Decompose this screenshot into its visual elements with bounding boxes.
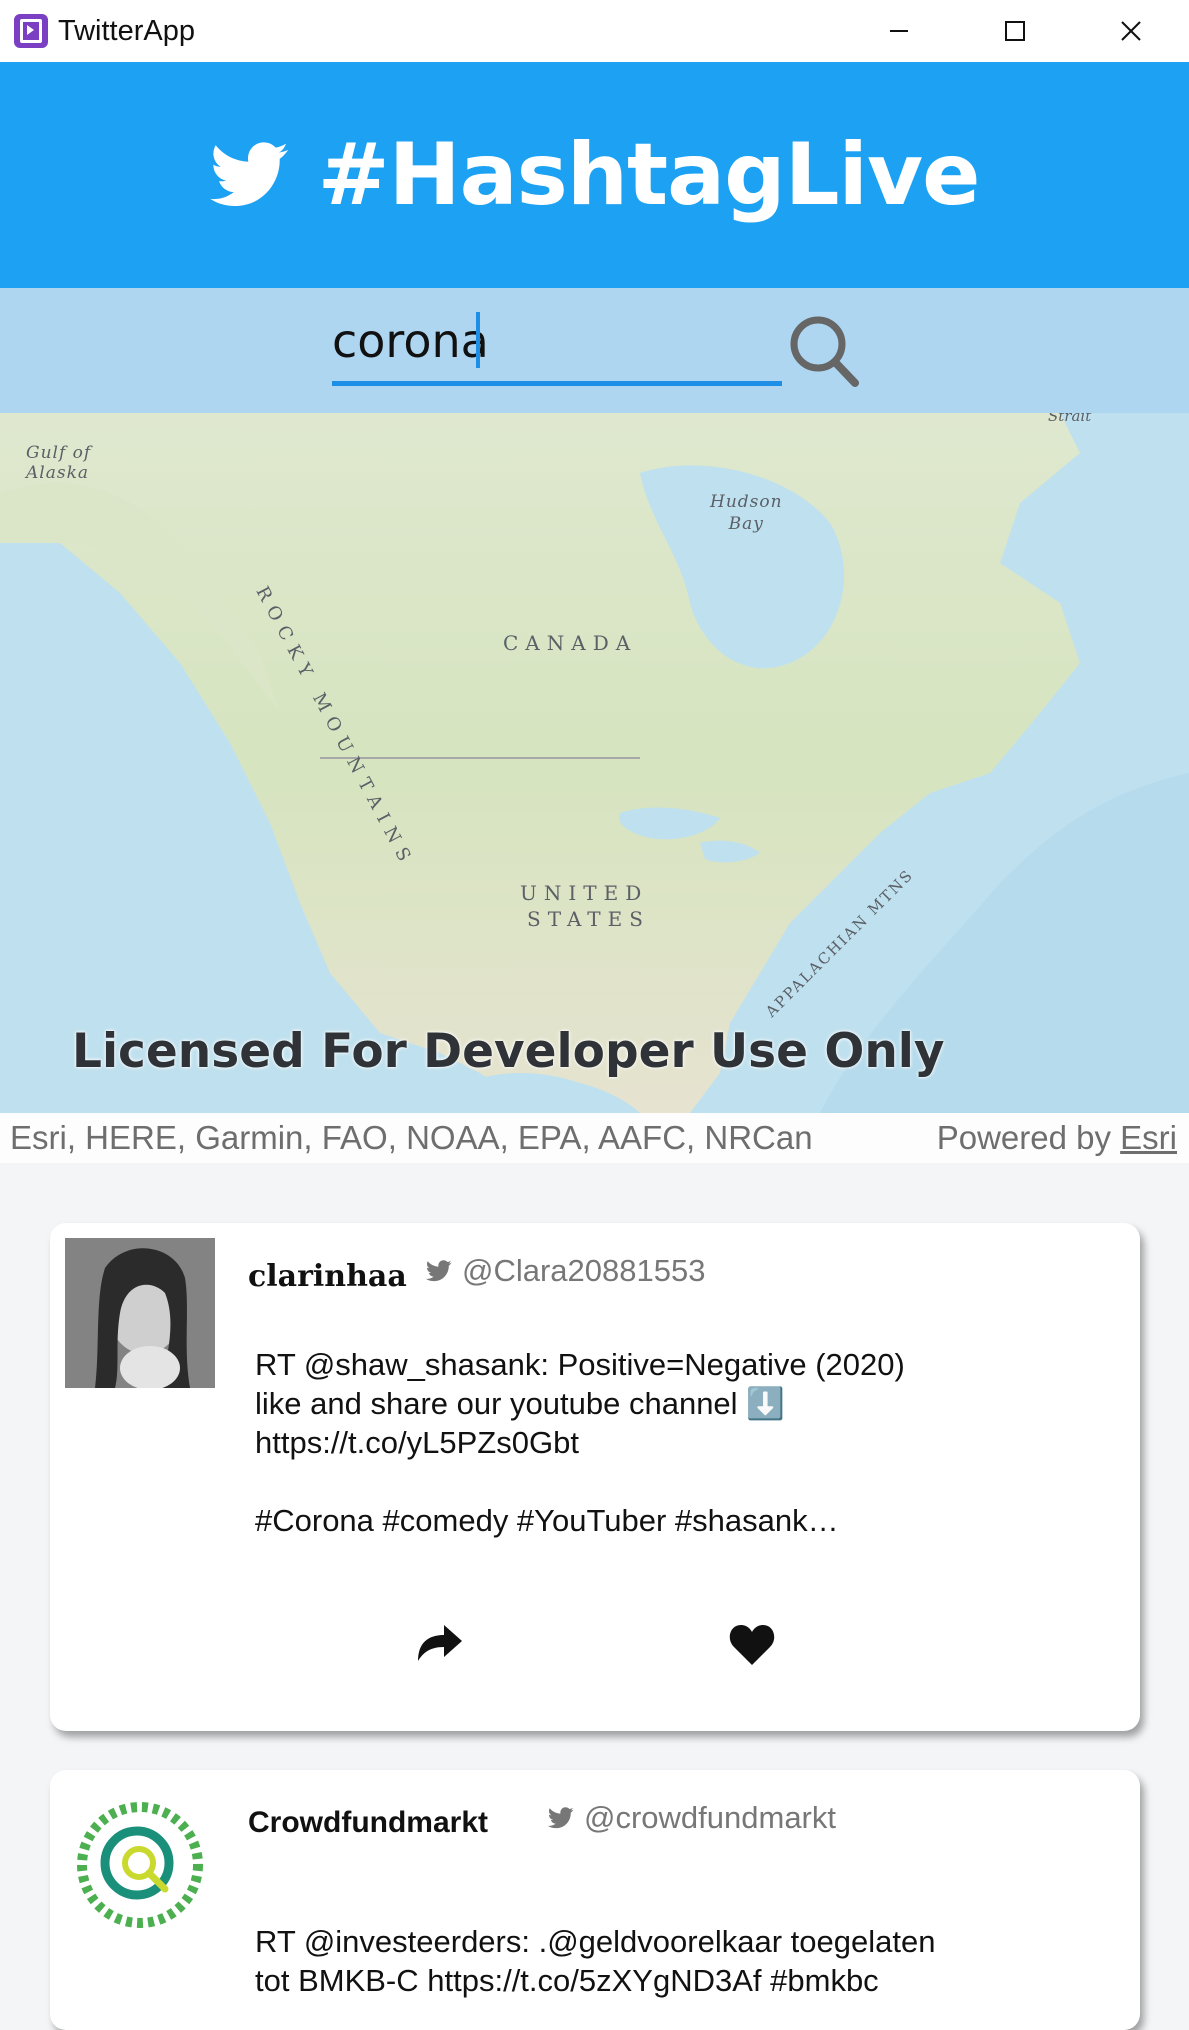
map-basemap [0, 413, 1189, 1113]
window-controls [841, 0, 1189, 62]
app-heading: #HashtagLive [209, 125, 981, 225]
map-watermark: Licensed For Developer Use Only [72, 1024, 945, 1079]
tweet-card: clarinhaa @Clara20881553 RT @shaw_shasan… [50, 1223, 1140, 1731]
twitter-bird-small-icon [426, 1260, 452, 1282]
tweet-handle: @crowdfundmarkt [548, 1800, 836, 1836]
powered-by: Powered by Esri [937, 1119, 1177, 1157]
map-view[interactable]: Gulf of Alaska Hudson Bay CANADA ROCKY M… [0, 413, 1189, 1113]
search-input[interactable] [332, 300, 782, 386]
map-label-canada: CANADA [503, 631, 638, 655]
tweet-author-name: Crowdfundmarkt [248, 1806, 488, 1839]
tweet-card: Crowdfundmarkt @crowdfundmarkt RT @inves… [50, 1770, 1140, 2030]
share-arrow-icon [418, 1625, 462, 1661]
tweet-handle: @Clara20881553 [426, 1253, 705, 1289]
close-button[interactable] [1073, 0, 1189, 62]
search-button[interactable] [785, 310, 861, 390]
map-label-strait: Strait [1048, 413, 1092, 425]
like-button[interactable] [728, 1623, 776, 1672]
app-title-text: #HashtagLive [317, 125, 981, 225]
maximize-icon [1005, 21, 1025, 41]
map-label-states: STATES [527, 907, 650, 931]
esri-link[interactable]: Esri [1120, 1119, 1177, 1156]
app-icon [14, 14, 48, 48]
tweet-author-name: clarinhaa [248, 1259, 407, 1294]
map-label-united: UNITED [520, 881, 649, 905]
tweet-handle-text: @crowdfundmarkt [584, 1800, 836, 1835]
app-header: #HashtagLive [0, 62, 1189, 288]
tweet-handle-text: @Clara20881553 [462, 1253, 706, 1288]
close-icon [1121, 21, 1141, 41]
twitter-bird-small-icon [548, 1807, 574, 1829]
tweet-text: RT @shaw_shasank: Positive=Negative (202… [255, 1347, 905, 1538]
retweet-button[interactable] [414, 1623, 464, 1668]
tweet-text: RT @investeerders: .@geldvoorelkaar toeg… [255, 1924, 936, 1998]
map-attribution: Esri, HERE, Garmin, FAO, NOAA, EPA, AAFC… [0, 1113, 1189, 1163]
window-titlebar: TwitterApp [0, 0, 1189, 62]
avatar [65, 1785, 215, 1935]
window-title: TwitterApp [58, 14, 195, 47]
minimize-button[interactable] [841, 0, 957, 62]
map-label-gulf-of-alaska: Gulf of Alaska [26, 443, 92, 483]
twitter-bird-icon [209, 142, 288, 207]
avatar [65, 1238, 215, 1388]
search-icon [790, 316, 859, 387]
attribution-text: Esri, HERE, Garmin, FAO, NOAA, EPA, AAFC… [10, 1119, 813, 1156]
map-label-hudson-bay: Hudson Bay [710, 492, 783, 534]
minimize-icon [890, 30, 908, 32]
powered-by-label: Powered by [936, 1119, 1111, 1156]
text-caret [476, 312, 480, 368]
heart-icon [729, 1625, 775, 1665]
maximize-button[interactable] [957, 0, 1073, 62]
